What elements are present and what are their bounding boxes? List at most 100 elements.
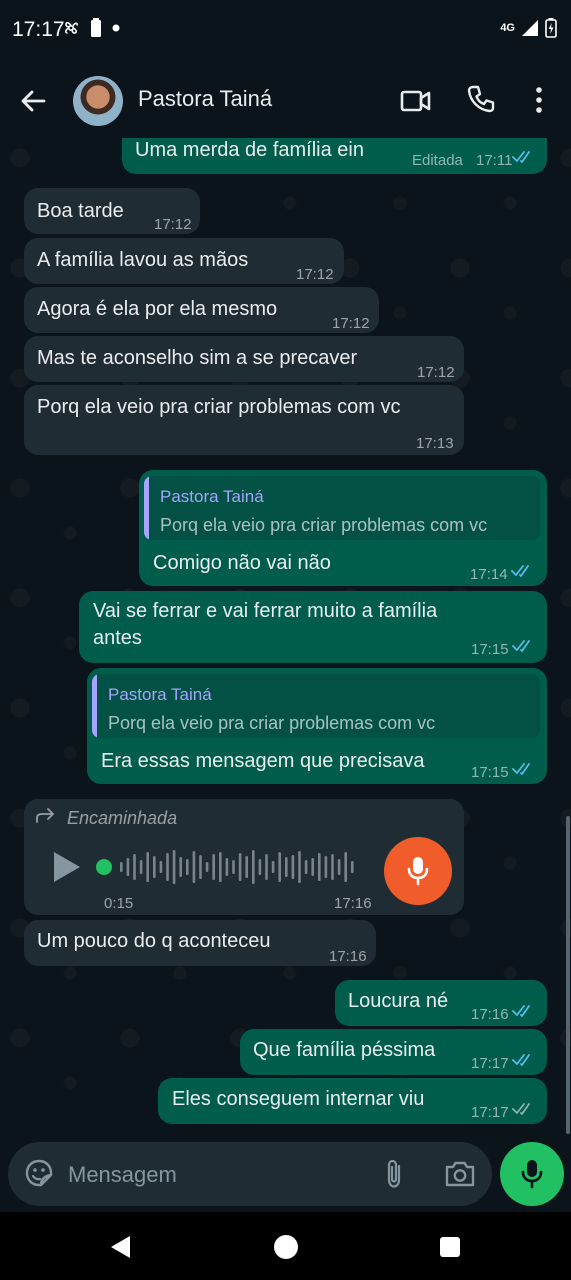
record-voice-button[interactable] xyxy=(500,1142,564,1206)
message-time: 17:12 xyxy=(417,364,455,381)
waveform-bar xyxy=(192,851,196,883)
waveform-bar xyxy=(291,855,295,879)
message-bubble-outgoing[interactable]: Pastora Tainá Porq ela veio pra criar pr… xyxy=(87,668,547,784)
message-time: 17:17 xyxy=(471,1055,509,1072)
message-bubble-incoming[interactable]: Boa tarde 17:12 xyxy=(24,188,200,234)
waveform-bar xyxy=(225,858,229,876)
microphone-icon xyxy=(521,1160,543,1189)
message-time: 17:12 xyxy=(296,266,334,283)
quote-accent-bar xyxy=(144,476,149,540)
nav-home-icon[interactable] xyxy=(274,1235,298,1259)
message-bubble-incoming[interactable]: Porq ela veio pra criar problemas com vc… xyxy=(24,385,464,455)
waveform-bar xyxy=(271,861,275,873)
message-time: 17:13 xyxy=(416,435,454,452)
read-receipt-icon xyxy=(512,1054,530,1066)
message-text-line2: antes xyxy=(93,627,142,649)
quoted-message[interactable]: Pastora Tainá Porq ela veio pra criar pr… xyxy=(144,476,540,540)
message-bubble-outgoing[interactable]: Vai se ferrar e vai ferrar muito a famíl… xyxy=(79,591,547,663)
waveform-bar xyxy=(318,853,321,881)
voice-message-bubble[interactable]: Encaminhada 0:15 17:16 xyxy=(24,799,464,915)
waveform-bar xyxy=(245,856,248,878)
voice-mic-badge xyxy=(384,837,452,905)
message-bubble-incoming[interactable]: A família lavou as mãos 17:12 xyxy=(24,238,344,284)
read-receipt-icon xyxy=(512,1005,530,1017)
status-notifications xyxy=(62,18,120,38)
message-time: 17:16 xyxy=(329,948,367,965)
edited-label: Editada xyxy=(412,152,463,169)
message-bubble-outgoing[interactable]: Uma merda de família ein Editada 17:11 xyxy=(122,138,547,174)
message-text: Uma merda de família ein xyxy=(135,139,364,161)
waveform-bar xyxy=(139,860,143,874)
camera-icon[interactable] xyxy=(444,1160,476,1188)
play-icon[interactable] xyxy=(52,851,82,883)
quote-author: Pastora Tainá xyxy=(160,487,264,506)
battery-icon xyxy=(545,18,557,38)
waveform-bar xyxy=(146,852,149,882)
message-bubble-outgoing[interactable]: Eles conseguem internar viu 17:17 xyxy=(158,1078,547,1124)
microphone-icon xyxy=(407,857,429,886)
video-call-icon[interactable] xyxy=(400,86,432,116)
contact-avatar[interactable] xyxy=(73,76,123,126)
read-receipt-icon xyxy=(511,565,529,577)
message-bubble-outgoing[interactable]: Loucura né 17:16 xyxy=(335,980,547,1026)
network-type: 4G xyxy=(500,21,515,34)
message-input[interactable] xyxy=(66,1152,370,1198)
nav-back-icon[interactable] xyxy=(108,1234,134,1260)
nav-recents-icon[interactable] xyxy=(440,1237,460,1257)
waveform-bar xyxy=(120,862,123,872)
waveform-bar xyxy=(133,854,136,880)
waveform-bar xyxy=(337,859,341,875)
waveform-bar xyxy=(351,861,354,873)
message-bubble-incoming[interactable]: Agora é ela por ela mesmo 17:12 xyxy=(24,287,379,333)
message-time: 17:17 xyxy=(471,1104,509,1121)
message-text: Porq ela veio pra criar problemas com vc xyxy=(37,396,401,418)
message-text-line1: Vai se ferrar e vai ferrar muito a famíl… xyxy=(93,600,438,622)
status-bar: 17:17 4G xyxy=(0,0,571,62)
message-bubble-incoming[interactable]: Mas te aconselho sim a se precaver 17:12 xyxy=(24,336,464,382)
message-text: Que família péssima xyxy=(253,1039,436,1061)
waveform-bar xyxy=(205,862,209,872)
fan-icon xyxy=(64,21,78,34)
message-time: 17:14 xyxy=(470,566,508,583)
waveform-bar xyxy=(179,857,182,877)
emoji-sticker-icon[interactable] xyxy=(24,1158,54,1188)
message-text: Agora é ela por ela mesmo xyxy=(37,298,278,320)
chat-scrollbar[interactable] xyxy=(566,816,570,1134)
audio-waveform[interactable] xyxy=(94,847,364,887)
waveform-bar xyxy=(278,852,281,882)
contact-name[interactable]: Pastora Tainá xyxy=(138,86,272,112)
waveform-bar xyxy=(186,859,189,875)
message-list[interactable]: Uma merda de família ein Editada 17:11 B… xyxy=(0,138,571,1138)
message-time: 17:15 xyxy=(471,641,509,658)
status-time: 17:17 xyxy=(12,18,65,41)
message-bubble-outgoing[interactable]: Pastora Tainá Porq ela veio pra criar pr… xyxy=(139,470,547,586)
read-receipt-icon xyxy=(512,151,530,163)
waveform-bar xyxy=(311,858,314,876)
system-nav-bar xyxy=(0,1212,571,1280)
message-text: Boa tarde xyxy=(37,200,124,222)
waveform-bar xyxy=(126,858,130,876)
waveform-bar xyxy=(252,850,255,884)
delivered-receipt-icon xyxy=(512,1103,530,1115)
message-bubble-incoming[interactable]: Um pouco do q aconteceu 17:16 xyxy=(24,920,376,966)
attach-paperclip-icon[interactable] xyxy=(382,1158,406,1190)
quoted-message[interactable]: Pastora Tainá Porq ela veio pra criar pr… xyxy=(92,674,540,738)
forwarded-icon xyxy=(36,808,54,823)
waveform-bar xyxy=(238,853,242,881)
waveform-bar xyxy=(265,854,268,880)
waveform-bar xyxy=(331,854,334,880)
message-bubble-outgoing[interactable]: Que família péssima 17:17 xyxy=(240,1029,547,1075)
waveform-bar xyxy=(298,851,301,883)
battery-small-icon xyxy=(91,18,101,37)
message-text: Era essas mensagem que precisava xyxy=(101,750,425,772)
waveform-bar xyxy=(159,861,163,873)
dot-icon xyxy=(112,24,120,32)
more-options-icon[interactable] xyxy=(528,84,550,116)
message-text: Eles conseguem internar viu xyxy=(172,1088,425,1110)
back-arrow-icon[interactable] xyxy=(18,86,48,116)
message-time: 17:12 xyxy=(332,315,370,332)
waveform-bar xyxy=(219,852,222,882)
quote-text: Porq ela veio pra criar problemas com vc xyxy=(160,515,488,535)
waveform-bar xyxy=(172,850,176,884)
voice-call-icon[interactable] xyxy=(466,84,496,114)
